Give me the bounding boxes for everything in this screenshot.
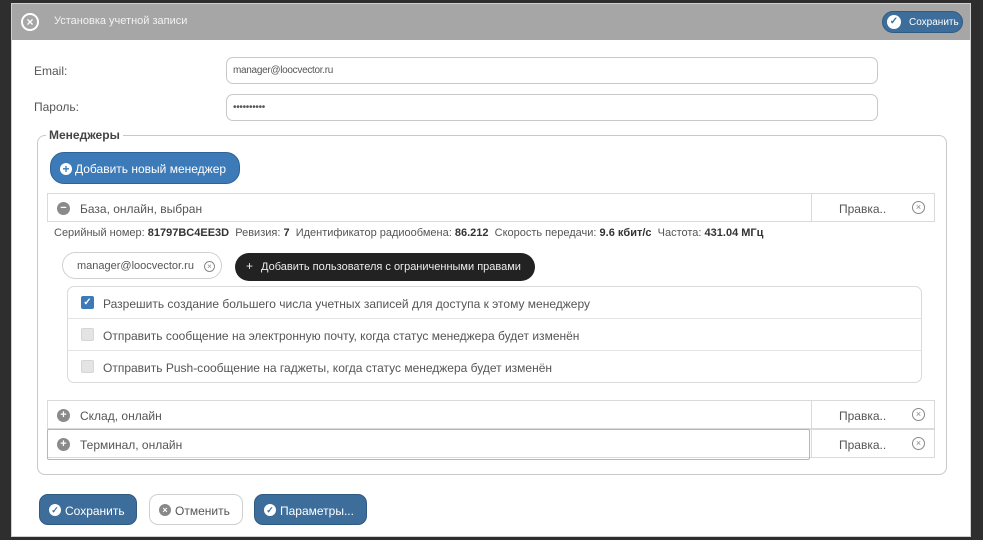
edit-link[interactable]: Правка.. (839, 202, 886, 216)
remove-icon[interactable]: × (912, 437, 925, 450)
edit-link[interactable]: Правка.. (839, 409, 886, 423)
manager-row-label: Склад, онлайн (80, 409, 162, 423)
email-field[interactable]: manager@loocvector.ru (226, 57, 878, 84)
plus-icon[interactable]: + (57, 438, 70, 451)
plus-icon: + (60, 163, 72, 175)
row-separator (811, 194, 812, 221)
freq-value: 431.04 МГц (704, 227, 764, 239)
speed-label: Скорость передачи: (494, 227, 597, 239)
check-icon: ✓ (887, 15, 901, 29)
radio-id-value: 86.212 (454, 227, 489, 239)
cancel-icon: × (159, 504, 171, 516)
add-manager-label: Добавить новый менеджер (75, 162, 227, 176)
cancel-label: Отменить (175, 504, 230, 518)
speed-value: 9.6 кбит/с (599, 227, 652, 239)
parameters-label: Параметры... (280, 504, 354, 518)
row-separator (811, 401, 812, 428)
checkbox[interactable] (81, 328, 94, 341)
option-label: Разрешить создание большего числа учетны… (103, 297, 591, 311)
account-setup-dialog: × Установка учетной записи ✓ Сохранить E… (11, 3, 971, 537)
managers-legend: Менеджеры (46, 128, 123, 142)
manager-row-terminal[interactable]: + Терминал, онлайн Правка.. × (47, 429, 935, 458)
save-label: Сохранить (65, 504, 125, 518)
save-button[interactable]: ✓ Сохранить (39, 494, 137, 525)
remove-icon[interactable]: × (912, 201, 925, 214)
close-icon[interactable]: × (21, 13, 39, 31)
option-label: Отправить сообщение на электронную почту… (103, 329, 580, 343)
password-field[interactable]: •••••••••• (226, 94, 878, 121)
serial-label: Серийный номер: (54, 227, 145, 239)
email-label: Email: (34, 64, 68, 78)
check-icon: ✓ (264, 504, 276, 516)
plus-icon: + (246, 259, 254, 273)
user-tag: manager@loocvector.ru × (62, 252, 222, 279)
manager-details: Серийный номер: 81797BC4EE3D Ревизия: 7 … (54, 227, 763, 239)
password-label: Пароль: (34, 100, 79, 114)
remove-user-icon[interactable]: × (204, 261, 215, 272)
revision-value: 7 (283, 227, 290, 239)
parameters-button[interactable]: ✓ Параметры... (254, 494, 367, 525)
option-allow-more-accounts[interactable]: ✓ Разрешить создание большего числа учет… (68, 287, 921, 318)
option-label: Отправить Push-сообщение на гаджеты, ког… (103, 361, 553, 375)
add-restricted-user-button[interactable]: + Добавить пользователя с ограниченными … (235, 253, 535, 281)
checkbox[interactable] (81, 360, 94, 373)
email-value: manager@loocvector.ru (233, 65, 334, 76)
freq-label: Частота: (657, 227, 702, 239)
add-manager-button[interactable]: + Добавить новый менеджер (50, 152, 240, 184)
remove-icon[interactable]: × (912, 408, 925, 421)
user-tag-label: manager@loocvector.ru (77, 260, 194, 272)
manager-options: ✓ Разрешить создание большего числа учет… (67, 286, 922, 383)
option-push-notify[interactable]: Отправить Push-сообщение на гаджеты, ког… (68, 350, 921, 382)
dialog-title: Установка учетной записи (54, 15, 188, 27)
manager-row-warehouse[interactable]: + Склад, онлайн Правка.. × (47, 400, 935, 429)
cancel-button[interactable]: × Отменить (149, 494, 243, 525)
dialog-titlebar: × Установка учетной записи ✓ Сохранить (12, 4, 970, 40)
add-restricted-user-label: Добавить пользователя с ограниченными пр… (261, 261, 521, 273)
password-value: •••••••••• (233, 102, 266, 113)
revision-label: Ревизия: (235, 227, 281, 239)
manager-row-label: База, онлайн, выбран (80, 202, 203, 216)
check-icon: ✓ (49, 504, 61, 516)
edit-link[interactable]: Правка.. (839, 438, 886, 452)
minus-icon[interactable]: − (57, 202, 70, 215)
row-separator (811, 430, 812, 457)
manager-row-label: Терминал, онлайн (80, 438, 183, 452)
serial-value: 81797BC4EE3D (147, 227, 230, 239)
titlebar-save-button[interactable]: ✓ Сохранить (882, 11, 963, 33)
checkbox-checked[interactable]: ✓ (81, 296, 94, 309)
manager-row-base[interactable]: − База, онлайн, выбран Правка.. × (47, 193, 935, 222)
plus-icon[interactable]: + (57, 409, 70, 422)
titlebar-save-label: Сохранить (909, 17, 959, 28)
radio-id-label: Идентификатор радиообмена: (295, 227, 452, 239)
option-email-notify[interactable]: Отправить сообщение на электронную почту… (68, 318, 921, 350)
